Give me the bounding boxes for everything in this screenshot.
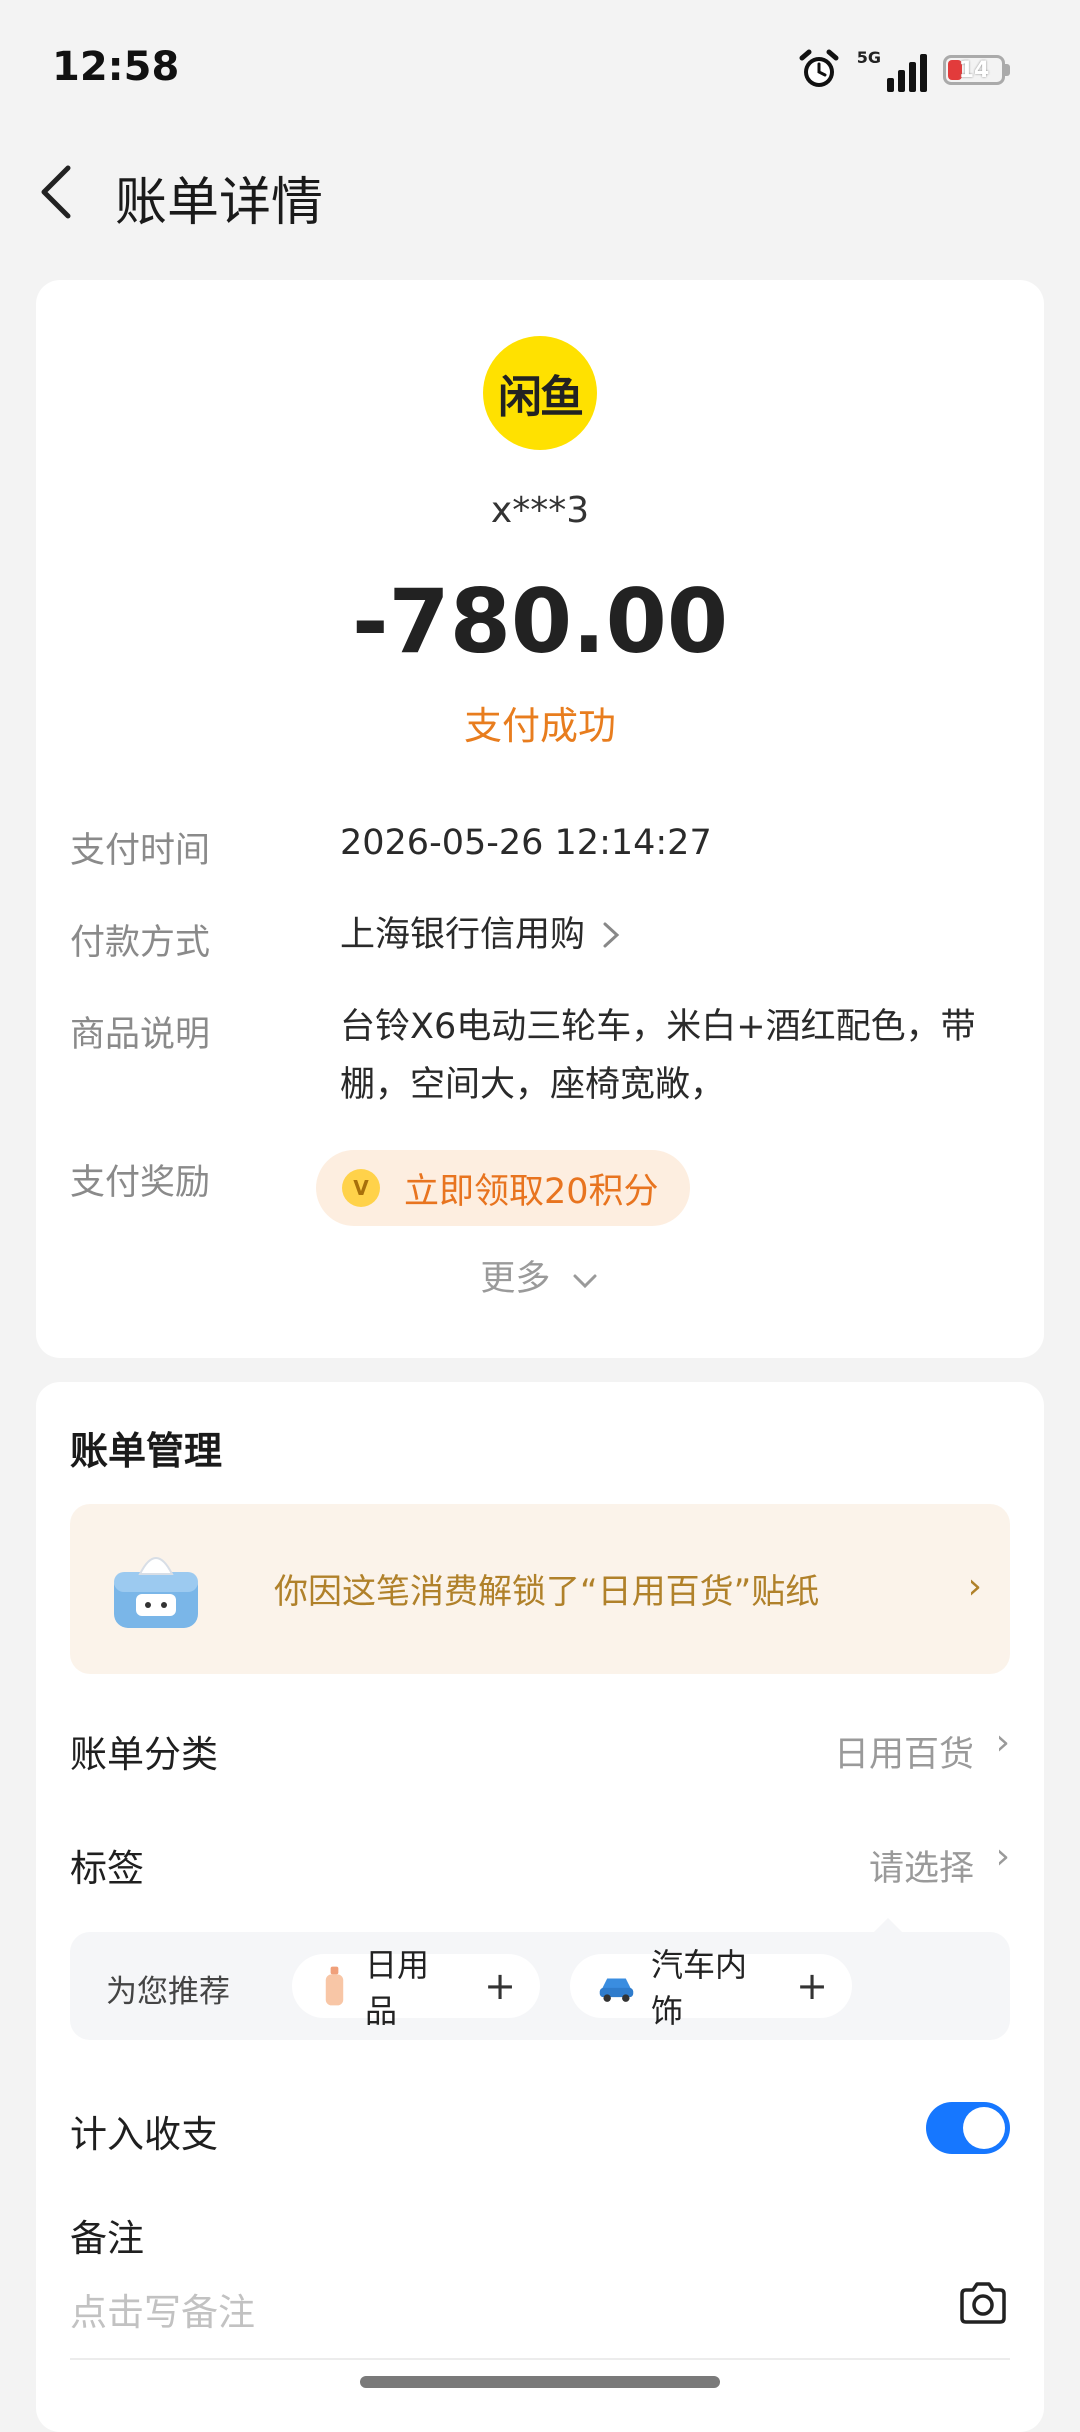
section-title: 账单管理 bbox=[70, 1429, 223, 1473]
include-label: 计入收支 bbox=[70, 2113, 218, 2156]
pay-method-value[interactable]: 上海银行信用购 bbox=[340, 906, 623, 964]
payment-amount: -780.00 bbox=[351, 570, 729, 673]
claim-points-text: 立即领取20积分 bbox=[404, 1171, 659, 1212]
sticker-banner-text: 你因这笔消费解锁了“日用百货”贴纸 bbox=[274, 1572, 820, 1612]
signal-icon: 5G bbox=[857, 48, 927, 92]
plus-icon: + bbox=[484, 1964, 516, 2008]
note-label: 备注 bbox=[70, 2217, 144, 2260]
plus-icon: + bbox=[796, 1964, 828, 2008]
page-title: 账单详情 bbox=[115, 173, 324, 233]
status-icons: 5G 14 bbox=[797, 40, 1010, 100]
home-indicator[interactable] bbox=[360, 2376, 720, 2388]
chevron-right-icon: › bbox=[995, 1836, 1010, 1877]
claim-points-button[interactable]: V 立即领取20积分 bbox=[316, 1150, 690, 1226]
camera-icon[interactable] bbox=[958, 2280, 1008, 2326]
chevron-down-icon bbox=[573, 1274, 597, 1289]
more-label: 更多 bbox=[480, 1259, 551, 1299]
tag-select[interactable]: 请选择 bbox=[869, 1840, 974, 1891]
chevron-right-icon bbox=[603, 922, 620, 948]
bill-management-card: 账单管理 你因这笔消费解锁了“日用百货”贴纸 › 账单分类 日用百货 › 标签 … bbox=[36, 1382, 1044, 2432]
coin-icon: V bbox=[342, 1169, 380, 1207]
chip-label: 日用品 bbox=[364, 1946, 429, 2030]
status-bar: 12:58 5G 14 bbox=[0, 0, 1080, 140]
divider bbox=[70, 2358, 1010, 2360]
recommend-label: 为您推荐 bbox=[106, 1974, 230, 2010]
note-input[interactable]: 点击写备注 bbox=[70, 2282, 255, 2336]
bottle-icon bbox=[325, 1966, 344, 2006]
pay-time-label: 支付时间 bbox=[70, 831, 211, 871]
reward-label: 支付奖励 bbox=[70, 1163, 211, 1203]
recommend-chip-car[interactable]: 汽车内饰 + bbox=[570, 1946, 852, 2030]
product-desc-value: 台铃X6电动三轮车，米白+酒红配色，带 棚，空间大，座椅宽敞， bbox=[340, 998, 976, 1114]
nav-bar: 账单详情 bbox=[0, 140, 1080, 240]
pay-time-value: 2026-05-26 12:14:27 bbox=[340, 823, 712, 863]
category-value[interactable]: 日用百货 bbox=[834, 1726, 974, 1777]
pay-method-label: 付款方式 bbox=[70, 923, 211, 963]
battery-level: 14 bbox=[958, 57, 990, 83]
merchant-logo: 闲鱼 bbox=[483, 336, 597, 450]
recommend-chip-daily[interactable]: 日用品 + bbox=[292, 1946, 540, 2030]
bill-summary-card: 闲鱼 x***3 -780.00 支付成功 支付时间 2026-05-26 12… bbox=[36, 280, 1044, 1358]
chevron-right-icon: › bbox=[995, 1722, 1010, 1763]
product-desc-line2: 棚，空间大，座椅宽敞， bbox=[340, 1065, 726, 1105]
battery-icon: 14 bbox=[943, 55, 1010, 85]
alarm-icon bbox=[799, 49, 839, 87]
sticker-banner[interactable]: 你因这笔消费解锁了“日用百货”贴纸 › bbox=[70, 1504, 1010, 1674]
product-desc-label: 商品说明 bbox=[70, 1015, 211, 1055]
product-desc-line1: 台铃X6电动三轮车，米白+酒红配色，带 bbox=[340, 1007, 976, 1047]
tag-label: 标签 bbox=[70, 1847, 144, 1890]
chevron-left-icon[interactable] bbox=[36, 162, 76, 222]
pay-method-text: 上海银行信用购 bbox=[340, 915, 586, 955]
tissue-box-icon bbox=[114, 1557, 198, 1628]
chip-label: 汽车内饰 bbox=[650, 1946, 747, 2030]
status-time: 12:58 bbox=[52, 44, 180, 90]
include-toggle[interactable] bbox=[926, 2102, 1010, 2154]
network-type: 5G bbox=[856, 48, 881, 67]
tag-recommendations: 为您推荐 日用品 + 汽车内饰 + bbox=[70, 1932, 1010, 2040]
merchant-name: x***3 bbox=[490, 490, 590, 531]
car-icon bbox=[599, 1978, 634, 2002]
more-button[interactable]: 更多 bbox=[36, 1250, 1044, 1301]
payment-status: 支付成功 bbox=[463, 704, 616, 748]
category-label: 账单分类 bbox=[70, 1733, 218, 1776]
chevron-right-icon: › bbox=[967, 1566, 982, 1607]
